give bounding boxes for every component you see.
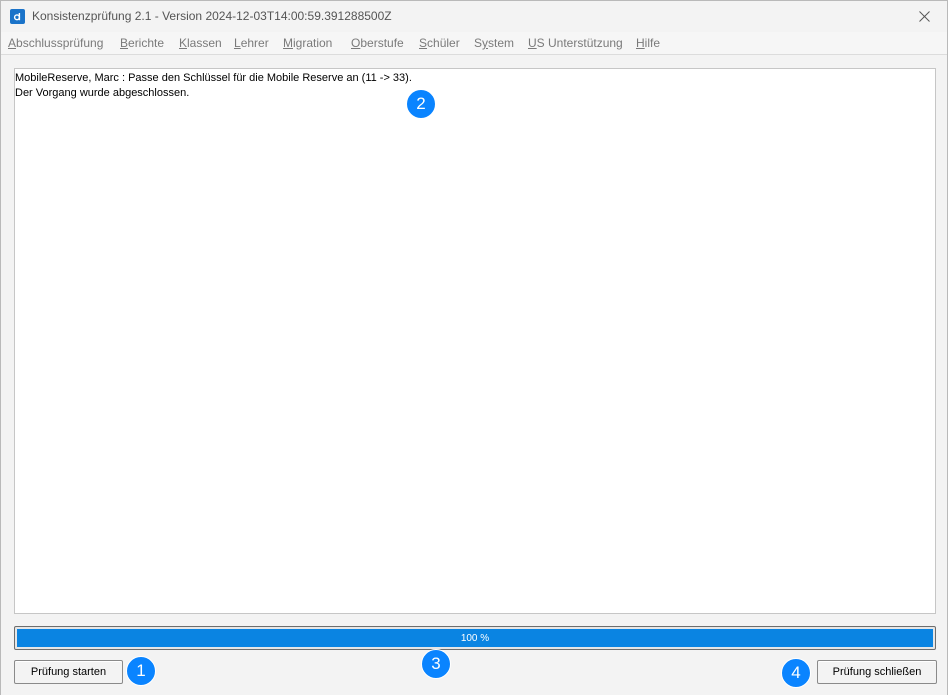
title-bar: Konsistenzprüfung 2.1 - Version 2024-12-… bbox=[1, 1, 947, 32]
close-check-button[interactable]: Prüfung schließen bbox=[817, 660, 937, 684]
main-window: Konsistenzprüfung 2.1 - Version 2024-12-… bbox=[0, 0, 948, 695]
menu-berichte[interactable]: Berichte bbox=[120, 36, 164, 50]
annotation-marker: 2 bbox=[406, 89, 436, 119]
menu-migration[interactable]: Migration bbox=[283, 36, 332, 50]
close-window-button[interactable] bbox=[901, 1, 947, 32]
menu-oberstufe[interactable]: Oberstufe bbox=[351, 36, 404, 50]
progress-label: 100 % bbox=[460, 632, 490, 644]
window-title: Konsistenzprüfung 2.1 - Version 2024-12-… bbox=[32, 9, 392, 23]
menu-hilfe[interactable]: Hilfe bbox=[636, 36, 660, 50]
close-icon bbox=[918, 11, 930, 22]
menu-system[interactable]: System bbox=[474, 36, 514, 50]
start-check-button[interactable]: Prüfung starten bbox=[14, 660, 123, 684]
menu-bar: Abschlussprüfung Berichte Klassen Lehrer… bbox=[1, 32, 947, 55]
log-line: Der Vorgang wurde abgeschlossen. bbox=[15, 87, 190, 99]
annotation-marker: 1 bbox=[126, 656, 156, 686]
menu-lehrer[interactable]: Lehrer bbox=[234, 36, 269, 50]
app-logo-icon bbox=[10, 9, 25, 24]
main-content: MobileReserve, Marc : Passe den Schlüsse… bbox=[1, 55, 947, 695]
log-line: MobileReserve, Marc : Passe den Schlüsse… bbox=[15, 72, 412, 84]
log-output-area[interactable]: MobileReserve, Marc : Passe den Schlüsse… bbox=[14, 68, 936, 614]
menu-schueler[interactable]: Schüler bbox=[419, 36, 460, 50]
progress-bar: 100 % bbox=[14, 626, 936, 650]
annotation-marker: 3 bbox=[421, 649, 451, 679]
menu-klassen[interactable]: Klassen bbox=[179, 36, 222, 50]
menu-abschlusspruefung[interactable]: Abschlussprüfung bbox=[8, 36, 103, 50]
annotation-marker: 4 bbox=[781, 658, 811, 688]
menu-us-unterstuetzung[interactable]: US Unterstützung bbox=[528, 36, 623, 50]
